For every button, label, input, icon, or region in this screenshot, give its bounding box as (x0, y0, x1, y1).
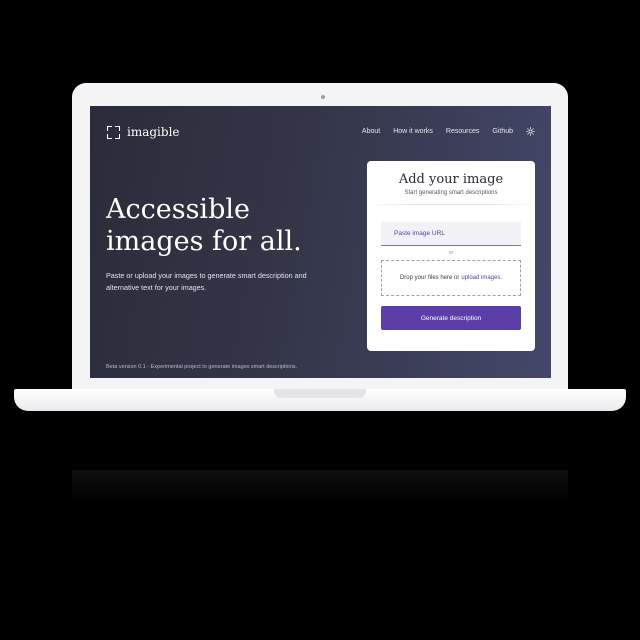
main-nav: About How it works Resources Github (362, 127, 535, 136)
nav-github[interactable]: Github (492, 128, 513, 135)
nav-about[interactable]: About (362, 128, 380, 135)
file-dropzone[interactable]: Drop your files here or upload images. (381, 260, 521, 296)
sun-icon[interactable] (526, 127, 535, 136)
or-separator: or (448, 250, 454, 256)
logo[interactable]: imagible (107, 125, 180, 139)
nav-resources[interactable]: Resources (446, 128, 479, 135)
card-title: Add your image (398, 172, 504, 187)
laptop-notch (274, 389, 366, 398)
image-url-input[interactable] (381, 222, 521, 246)
nav-how-it-works[interactable]: How it works (393, 128, 433, 135)
logo-text: imagible (127, 125, 180, 139)
hero-title: Accessible images for all. (106, 194, 302, 257)
beta-footnote: Beta version 0.1 - Experimental project … (106, 364, 298, 370)
logo-frame-icon (107, 125, 120, 139)
add-image-card: Add your image Start generating smart de… (367, 161, 535, 351)
upload-images-link[interactable]: upload images. (461, 275, 502, 281)
card-subtitle: Start generating smart descriptions (404, 190, 498, 196)
dropzone-text: Drop your files here or (399, 275, 460, 281)
laptop-camera (321, 95, 325, 99)
card-divider (367, 204, 535, 205)
hero-subtitle: Paste or upload your images to generate … (106, 271, 307, 292)
generate-description-button[interactable]: Generate description (381, 306, 521, 330)
laptop-reflection (72, 470, 568, 504)
laptop-screen: imagible About How it works Resources Gi… (90, 106, 551, 378)
